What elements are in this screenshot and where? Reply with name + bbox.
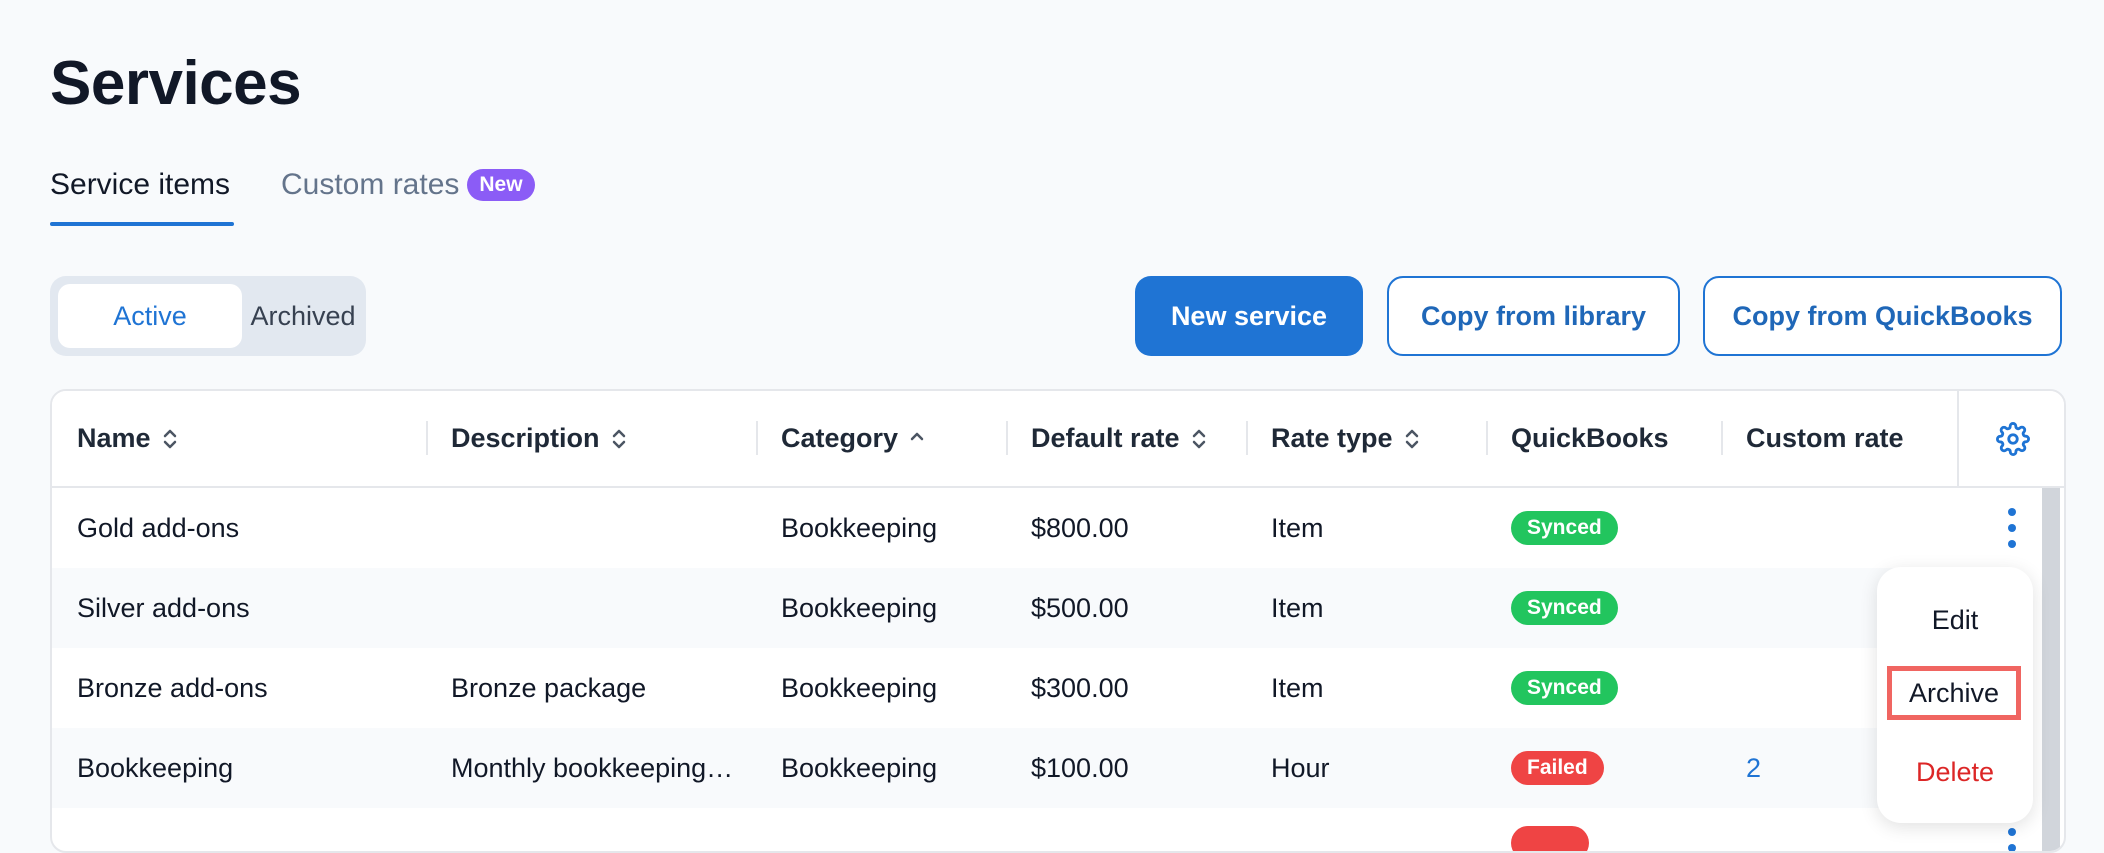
cell-rate-type: Item: [1271, 593, 1324, 623]
table-row[interactable]: Gold add-ons Bookkeeping $800.00 Item Sy…: [52, 488, 2016, 568]
table-row-partial[interactable]: [52, 808, 2016, 851]
column-header-label: Custom rate: [1746, 423, 1904, 453]
cell-category: Bookkeeping: [781, 513, 938, 543]
column-divider[interactable]: [1721, 421, 1723, 455]
cell-description: Monthly bookkeeping…: [451, 753, 734, 783]
active-tab-indicator: [50, 222, 234, 226]
cell-description: Bronze package: [451, 673, 647, 703]
kebab-menu-icon[interactable]: [1997, 508, 2027, 548]
menu-item-delete[interactable]: Delete: [1877, 757, 2033, 788]
status-badge-partial: [1511, 826, 1589, 851]
column-header-category[interactable]: Category: [781, 391, 924, 486]
column-header-label: Name: [77, 423, 151, 453]
menu-item-archive[interactable]: Archive: [1887, 666, 2021, 720]
cell-default-rate: $300.00: [1031, 673, 1129, 703]
sort-icon: [1192, 427, 1206, 451]
cell-category: Bookkeeping: [781, 593, 938, 623]
column-divider[interactable]: [1486, 421, 1488, 455]
cell-default-rate: $800.00: [1031, 513, 1129, 543]
column-divider[interactable]: [1006, 421, 1008, 455]
status-filter-toggle: Active Archived: [50, 276, 366, 356]
table-row[interactable]: Bronze add-ons Bronze package Bookkeepin…: [52, 648, 1957, 728]
cell-description: [451, 488, 741, 568]
cell-category: Bookkeeping: [781, 673, 938, 703]
cell-name: Bookkeeping: [77, 753, 234, 783]
cell-description: [451, 568, 741, 648]
gear-icon: [1995, 421, 2030, 456]
column-header-label: Default rate: [1031, 423, 1180, 453]
copy-from-library-button[interactable]: Copy from library: [1387, 276, 1680, 356]
tab-service-items[interactable]: Service items: [50, 168, 230, 202]
column-divider[interactable]: [1246, 421, 1248, 455]
menu-item-edit[interactable]: Edit: [1877, 605, 2033, 636]
table-row[interactable]: Silver add-ons Bookkeeping $500.00 Item …: [52, 568, 1957, 648]
new-badge: New: [467, 169, 535, 201]
copy-from-quickbooks-button[interactable]: Copy from QuickBooks: [1703, 276, 2062, 356]
column-header-default-rate[interactable]: Default rate: [1031, 391, 1206, 486]
kebab-menu-icon[interactable]: [1997, 828, 2027, 851]
cell-default-rate: $100.00: [1031, 753, 1129, 783]
status-badge: Synced: [1511, 671, 1618, 705]
column-divider[interactable]: [426, 421, 428, 455]
cell-custom-rate[interactable]: [1746, 568, 1896, 648]
column-header-label: Category: [781, 423, 899, 453]
status-badge: Synced: [1511, 511, 1618, 545]
cell-name: Gold add-ons: [77, 513, 240, 543]
table-scrollbar[interactable]: [2042, 488, 2060, 851]
new-service-button[interactable]: New service: [1135, 276, 1363, 356]
cell-custom-rate[interactable]: [1746, 488, 1896, 568]
column-header-custom-rate: Custom rate: [1746, 391, 1904, 486]
column-header-name[interactable]: Name: [77, 391, 177, 486]
page-title: Services: [50, 49, 302, 118]
sort-icon: [612, 427, 626, 451]
column-header-label: Rate type: [1271, 423, 1393, 453]
cell-rate-type: Item: [1271, 513, 1324, 543]
column-divider[interactable]: [756, 421, 758, 455]
sort-icon: [163, 427, 177, 451]
column-header-label: QuickBooks: [1511, 423, 1669, 453]
column-header-rate-type[interactable]: Rate type: [1271, 391, 1419, 486]
row-actions-menu: Edit Archive Delete: [1877, 567, 2033, 823]
table-settings-button[interactable]: [1957, 391, 2064, 486]
sort-icon: [1405, 427, 1419, 451]
cell-default-rate: $500.00: [1031, 593, 1129, 623]
status-badge: Synced: [1511, 591, 1618, 625]
table-header: Name Description Category Default rate R…: [52, 391, 2064, 488]
cell-rate-type: Hour: [1271, 753, 1330, 783]
cell-rate-type: Item: [1271, 673, 1324, 703]
cell-name: Bronze add-ons: [77, 673, 268, 703]
sort-ascending-icon: [910, 427, 924, 451]
column-header-label: Description: [451, 423, 600, 453]
tab-service-items-label: Service items: [50, 168, 231, 201]
filter-active-button[interactable]: Active: [58, 284, 242, 348]
tab-custom-rates[interactable]: Custom rates New: [281, 168, 535, 202]
filter-archived-button[interactable]: Archived: [246, 284, 360, 348]
table-row[interactable]: Bookkeeping Monthly bookkeeping… Bookkee…: [52, 728, 1957, 808]
cell-name: Silver add-ons: [77, 593, 250, 623]
cell-custom-rate[interactable]: 2: [1746, 728, 1896, 808]
services-table: Name Description Category Default rate R…: [50, 389, 2066, 853]
cell-custom-rate[interactable]: [1746, 648, 1896, 728]
column-header-description[interactable]: Description: [451, 391, 626, 486]
cell-category: Bookkeeping: [781, 753, 938, 783]
status-badge: Failed: [1511, 751, 1604, 785]
column-header-quickbooks: QuickBooks: [1511, 391, 1669, 486]
tab-custom-rates-label: Custom rates: [281, 168, 460, 201]
